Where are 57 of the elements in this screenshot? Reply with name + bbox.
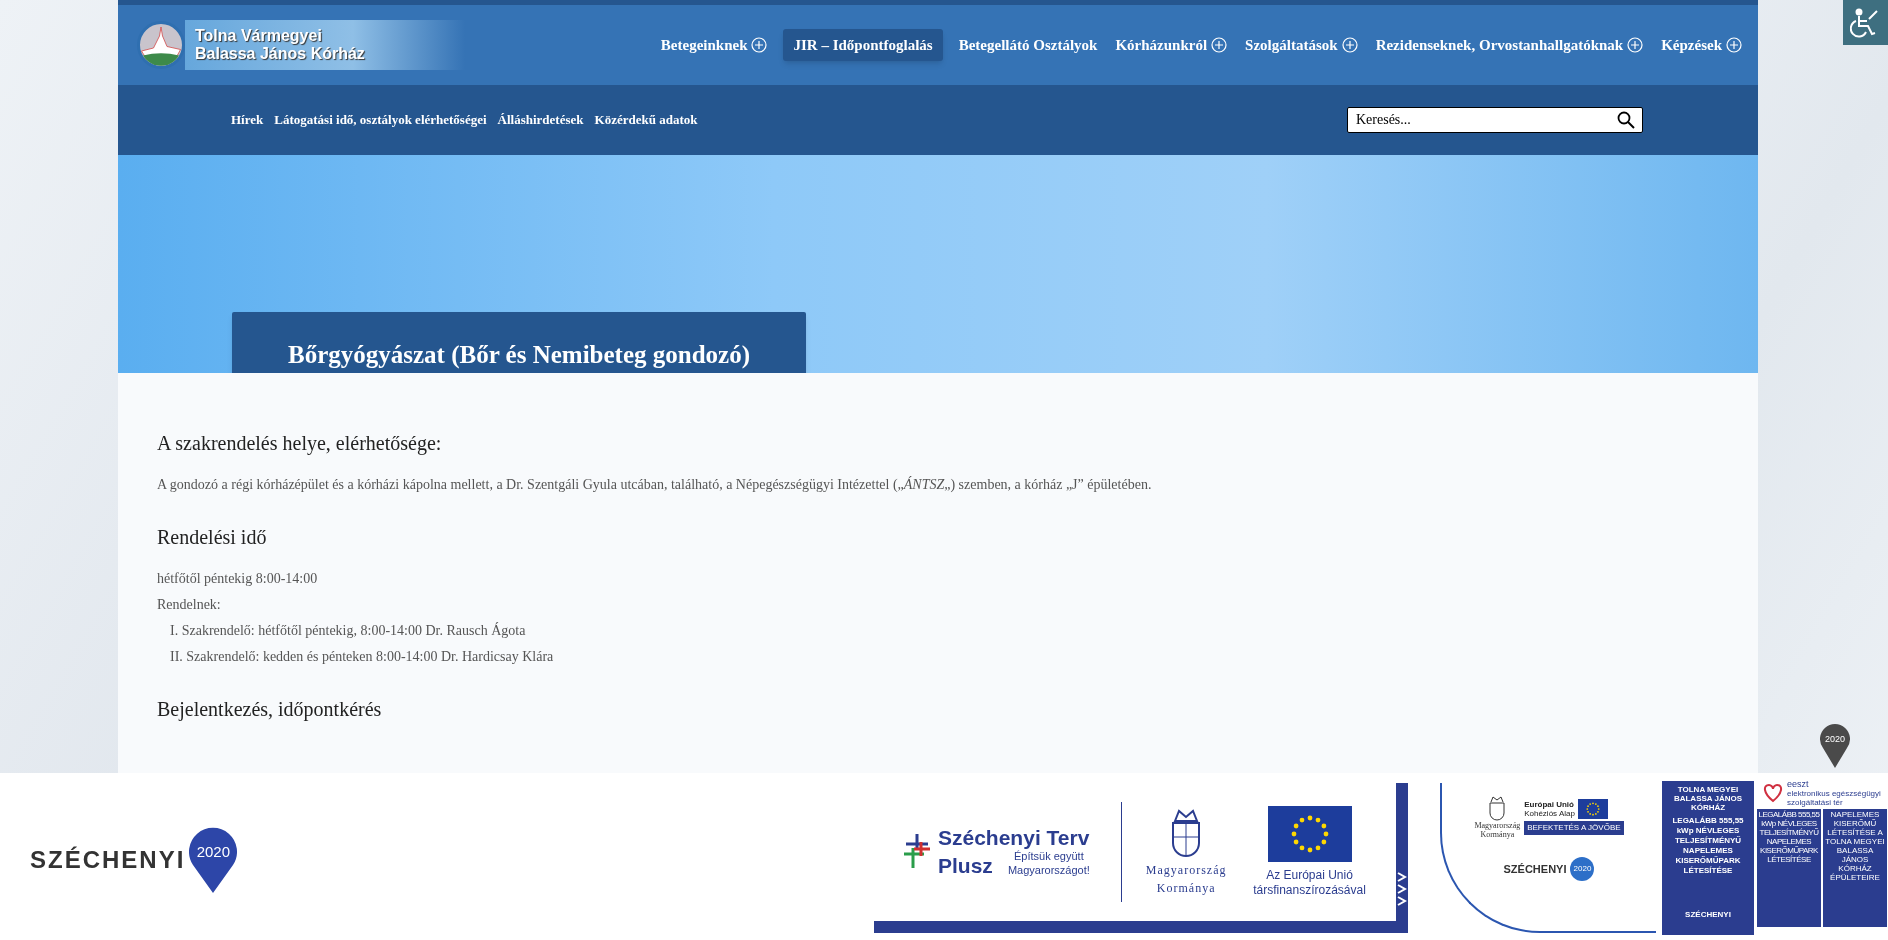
nav-link[interactable]: Betegeinknek bbox=[658, 29, 770, 61]
nav-link[interactable]: Kórházunkról bbox=[1113, 29, 1230, 61]
section-heading: Bejelentkezés, időpontkérés bbox=[157, 697, 382, 723]
nav-link[interactable]: JIR – Időpontfoglalás bbox=[783, 29, 943, 61]
logo-text: elektronikus egészségügyi szolgáltatási tér bbox=[1787, 789, 1882, 807]
coat-of-arms-icon bbox=[1488, 795, 1507, 821]
slogan-text: Építsük együtt Magyarországot! bbox=[1007, 850, 1091, 877]
sub-nav-link[interactable]: Látogatási idő, osztályok elérhetőségei bbox=[274, 110, 487, 130]
sub-nav-link[interactable]: Közérdekű adatok bbox=[594, 110, 698, 130]
nav-link[interactable]: Szolgáltatások bbox=[1243, 29, 1360, 61]
logo-text: 2020 bbox=[1573, 863, 1592, 875]
logo-text: Kormánya bbox=[1480, 830, 1515, 839]
logo-text: Széchenyi Terv bbox=[938, 827, 1091, 849]
text-line: hétfőtől péntekig 8:00-14:00 bbox=[157, 570, 318, 588]
caption-text: Az Európai Unió társfinanszírozásával bbox=[1252, 868, 1367, 898]
section-heading: A szakrendelés helye, elérhetősége: bbox=[157, 431, 442, 457]
logo-text: Plusz bbox=[938, 855, 993, 877]
logo-text: SZÉCHENYI bbox=[30, 845, 186, 875]
logo-text: Európai Unió bbox=[1524, 800, 1575, 809]
sub-nav-link[interactable]: Álláshirdetések bbox=[497, 110, 584, 130]
plus-icon[interactable] bbox=[1726, 37, 1742, 53]
heart-logo-icon bbox=[1761, 783, 1785, 803]
plus-icon[interactable] bbox=[1627, 37, 1644, 53]
section-heading: Rendelési idő bbox=[157, 525, 267, 550]
hospital-emblem-icon bbox=[137, 21, 185, 69]
logo-text: Kormánya bbox=[1156, 880, 1216, 897]
poster-text: LEGALÁBB 555,55 kWp NÉVLEGES TELJESÍTMÉNYŰ NAPELEMES KISERŐMŰPARK LÉTESÍTÉSE bbox=[1758, 810, 1820, 864]
eu-flag-icon bbox=[1267, 806, 1352, 862]
logo-text: Kohéziós Alap bbox=[1524, 809, 1575, 818]
motto-label: BEFEKTETÉS A JÖVŐBE bbox=[1524, 821, 1624, 835]
sub-nav-link[interactable]: Hírek bbox=[231, 110, 264, 130]
plus-icon[interactable] bbox=[1341, 37, 1358, 53]
logo-text: eeszt bbox=[1787, 779, 1810, 789]
plus-icon[interactable] bbox=[751, 37, 768, 53]
text-line: Rendelnek: bbox=[157, 596, 221, 614]
logo-text: 2020 bbox=[195, 842, 232, 862]
plus-icon[interactable] bbox=[1211, 37, 1228, 53]
floating-badge[interactable]: 2020 bbox=[1820, 724, 1850, 768]
nav-link[interactable]: Betegellátó Osztályok bbox=[956, 29, 1100, 61]
accessibility-button[interactable] bbox=[1843, 0, 1888, 45]
search-field[interactable]: Keresés... bbox=[1347, 107, 1643, 133]
search-icon[interactable] bbox=[1617, 111, 1635, 129]
poster-text: NAPELEMES KISERŐMŰ LÉTESÍTÉSE A TOLNA MEGYEI BALASSA JÁNOS KÓRHÁZ ÉPÜLETEIRE bbox=[1824, 810, 1886, 882]
page-title: Bőrgyógyászat (Bőr és Nemibeteg gondozó) bbox=[232, 312, 806, 373]
nav-link[interactable]: Rezidenseknek, Orvostanhallgatóknak bbox=[1373, 29, 1646, 61]
poster-heading: TOLNA MEGYEI BALASSA JÁNOS KÓRHÁZ bbox=[1672, 785, 1744, 812]
list-item: II. Szakrendelő: kedden és pénteken 8:00-14:00 Dr. Hardicsay Klára bbox=[170, 648, 554, 666]
nav-link[interactable]: Képzések bbox=[1659, 29, 1744, 61]
logo-text: SZÉCHENYI bbox=[1503, 861, 1567, 877]
list-item: I. Szakrendelő: hétfőtől péntekig, 8:00-14:00 Dr. Rausch Ágota bbox=[170, 621, 526, 640]
paragraph: A gondozó a régi kórházépület és a kórházi kápolna mellett, a Dr. Szentgáli Gyula utcában, található, a Népegészségügyi Intézettel („ÁNTSZ„) szemben, a kórház „J” épületében. bbox=[157, 475, 1152, 494]
logo-text: Magyarország bbox=[1145, 862, 1227, 879]
eu-flag-icon bbox=[1577, 799, 1608, 819]
logo-text: Magyarország bbox=[1474, 821, 1521, 830]
logo-text: SZÉCHENYI bbox=[1685, 909, 1731, 921]
map-pin-icon bbox=[189, 827, 238, 893]
poster-text: LEGALÁBB 555,55 kWp NÉVLEGES TELJESÍTMÉNYŰ NAPELEMES KISERŐMŰPARK LÉTESÍTÉSE bbox=[1671, 816, 1745, 876]
